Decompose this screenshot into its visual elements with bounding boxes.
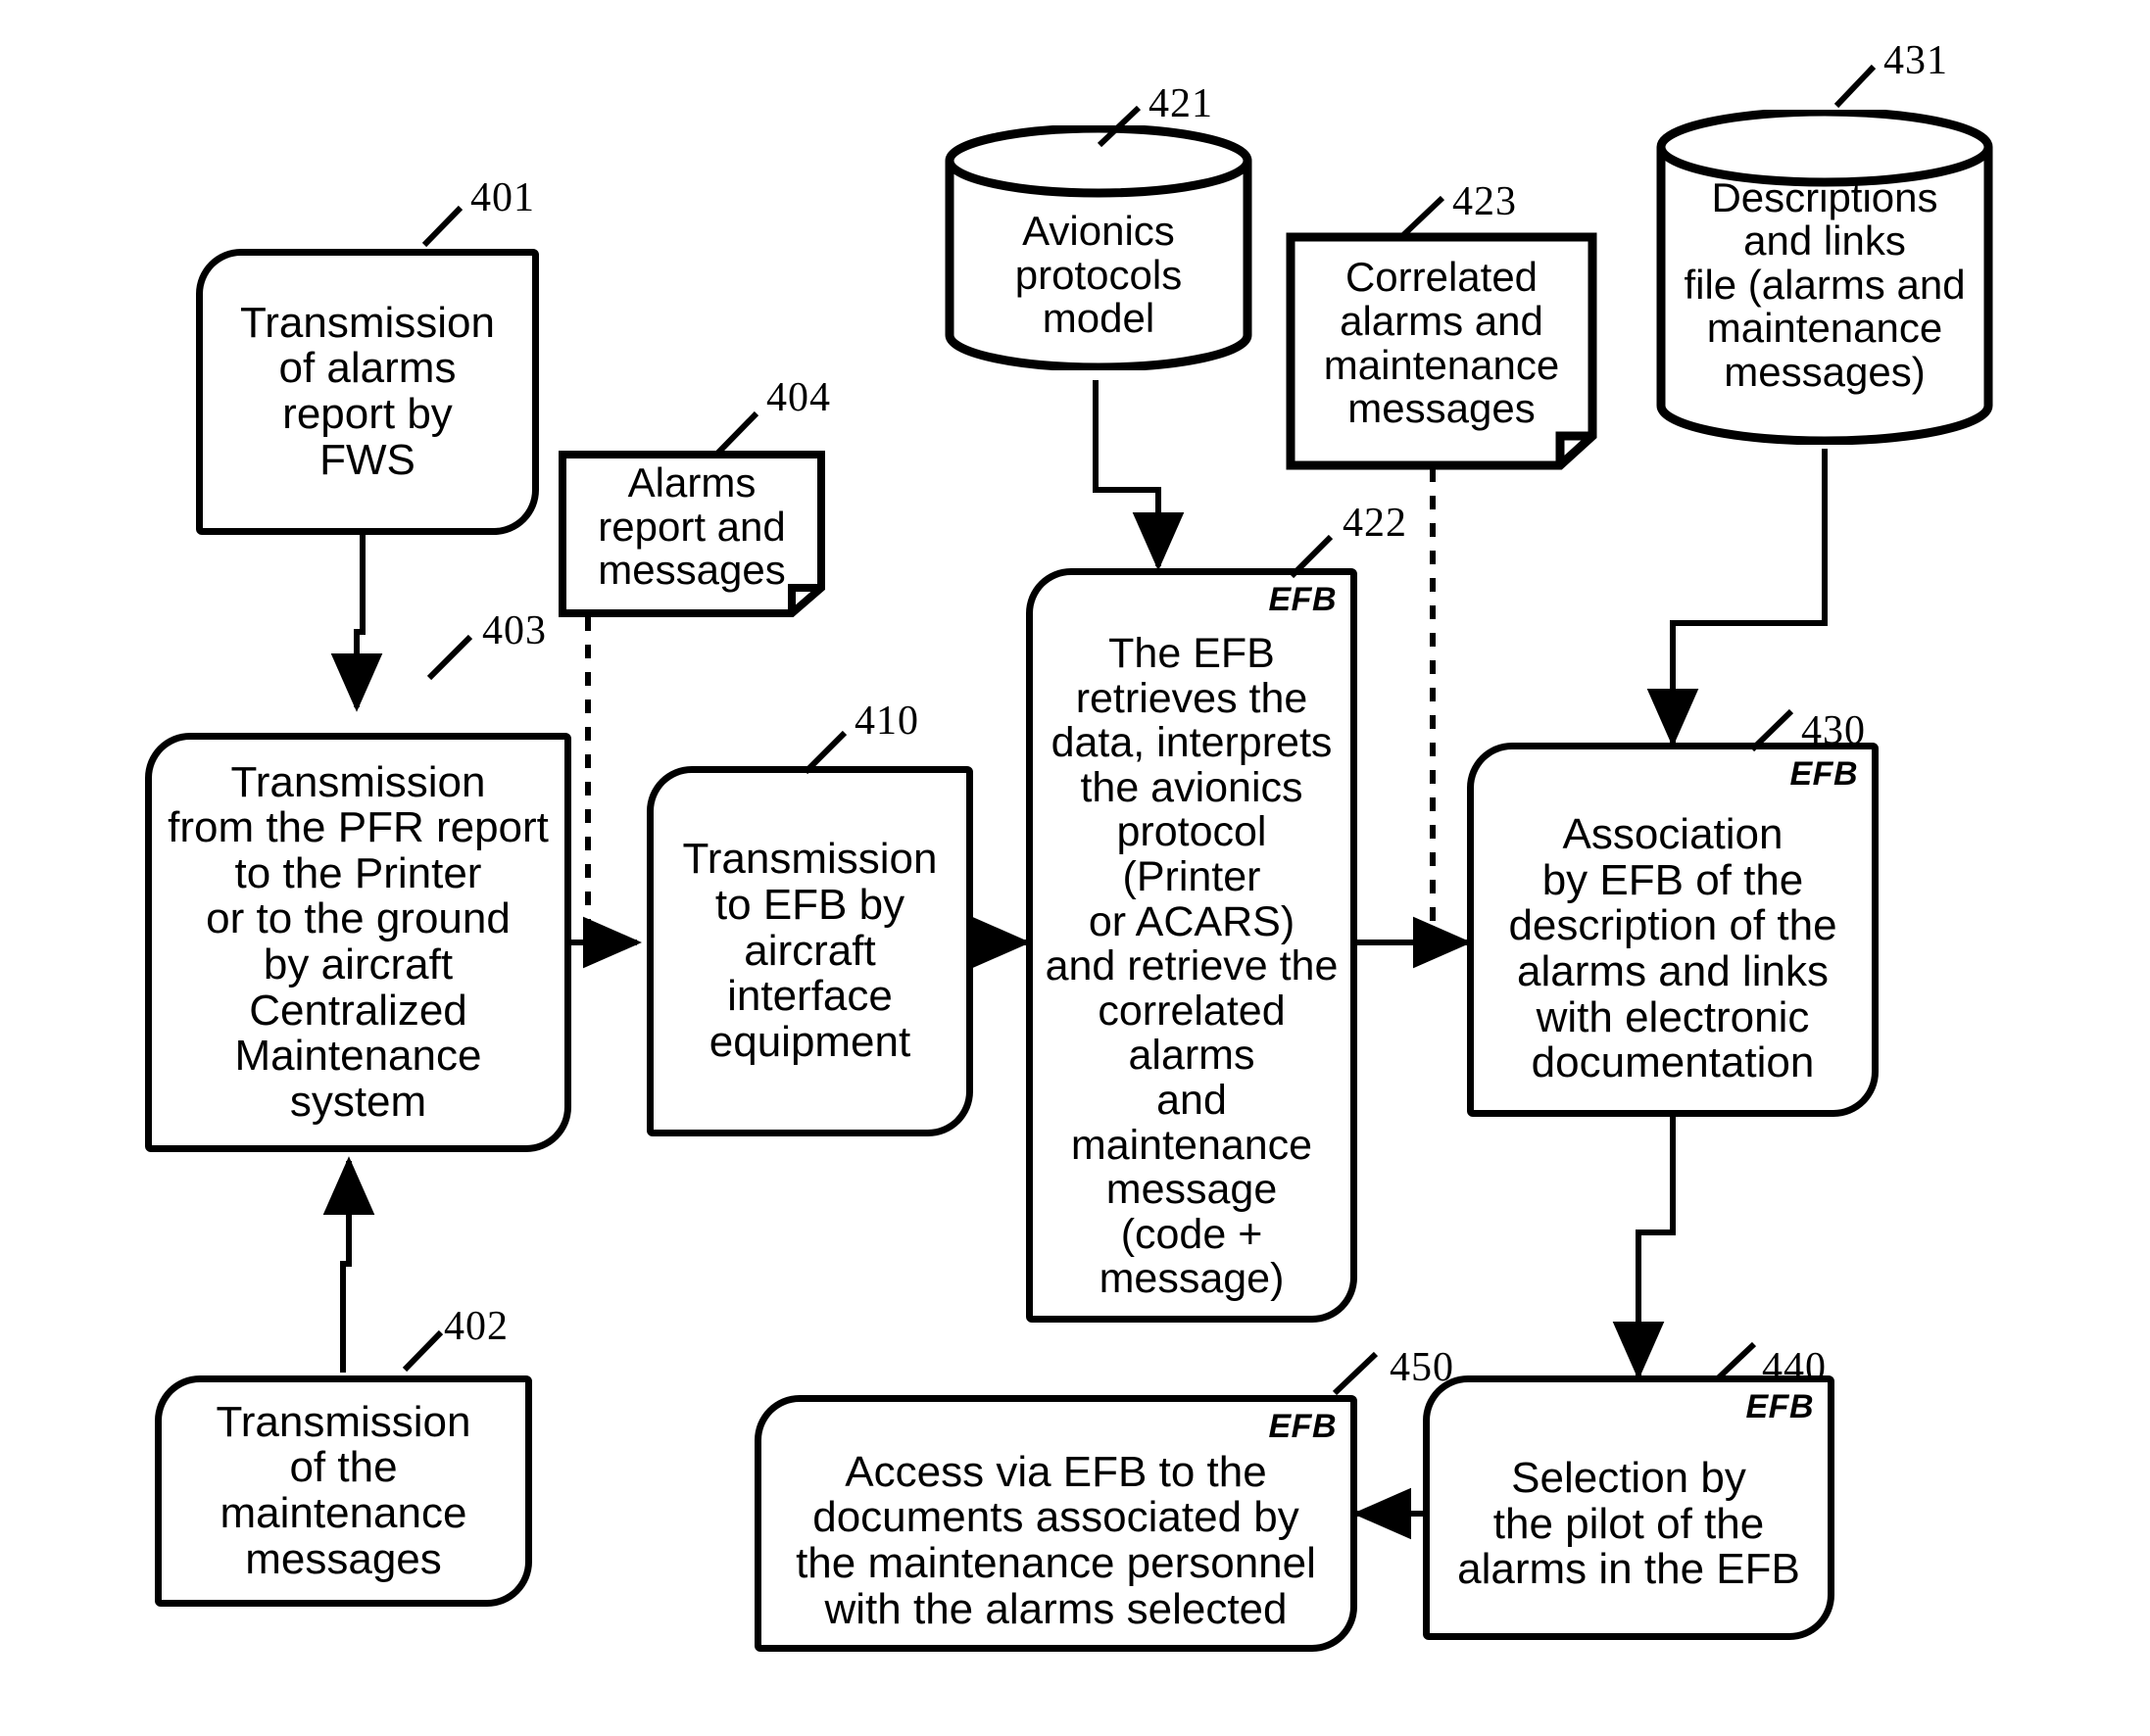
- node-440-efb-tag: EFB: [1745, 1388, 1814, 1425]
- node-422-efb-retrieves-data[interactable]: EFB The EFB retrieves the data, interpre…: [1026, 568, 1357, 1323]
- ref-410: 410: [855, 699, 919, 744]
- ref-402: 402: [444, 1304, 509, 1349]
- diagram-canvas: Transmission of alarms report by FWS 401…: [0, 0, 2150, 1736]
- edge-431-to-430: [1646, 449, 1828, 747]
- ref-450: 450: [1390, 1345, 1454, 1390]
- node-450-efb-tag: EFB: [1268, 1408, 1337, 1445]
- node-440-selection-by-pilot[interactable]: EFB Selection by the pilot of the alarms…: [1423, 1375, 1834, 1640]
- ref-431: 431: [1883, 38, 1948, 83]
- edge-421-to-422: [1093, 380, 1185, 571]
- node-423-label: Correlated alarms and maintenance messag…: [1323, 254, 1560, 432]
- ref-440: 440: [1762, 1345, 1827, 1390]
- node-430-efb-tag: EFB: [1789, 755, 1858, 793]
- node-430-label: Association by EFB of the description of…: [1508, 810, 1837, 1087]
- node-403-transmission-pfr-report[interactable]: Transmission from the PFR report to the …: [145, 733, 571, 1152]
- node-410-transmission-to-efb[interactable]: Transmission to EFB by aircraft interfac…: [647, 766, 973, 1136]
- node-430-association-by-efb[interactable]: EFB Association by EFB of the descriptio…: [1467, 743, 1879, 1117]
- edge-401-to-403: [330, 532, 383, 712]
- node-403-label: Transmission from the PFR report to the …: [168, 757, 549, 1126]
- ref-421: 421: [1148, 81, 1213, 126]
- edge-402-to-403: [322, 1156, 375, 1373]
- node-404-alarms-report-and-messages[interactable]: Alarms report and messages: [559, 451, 825, 617]
- edge-404-to-410: [582, 617, 642, 969]
- node-422-efb-tag: EFB: [1268, 581, 1337, 618]
- node-450-label: Access via EFB to the documents associat…: [796, 1447, 1316, 1633]
- node-421-label: Avionics protocols model: [1014, 208, 1183, 342]
- node-421-avionics-protocols-model[interactable]: Avionics protocols model: [943, 125, 1254, 370]
- node-450-access-via-efb[interactable]: EFB Access via EFB to the documents asso…: [755, 1395, 1357, 1652]
- node-401-label: Transmission of alarms report by FWS: [240, 298, 495, 484]
- node-404-label: Alarms report and messages: [598, 459, 786, 594]
- node-440-label: Selection by the pilot of the alarms in …: [1457, 1454, 1800, 1594]
- ref-404: 404: [766, 375, 831, 420]
- node-402-label: Transmission of the maintenance messages: [216, 1397, 471, 1583]
- edge-430-to-440: [1612, 1117, 1676, 1380]
- ref-401: 401: [470, 175, 535, 220]
- node-431-label: Descriptions and links file (alarms and …: [1684, 173, 1966, 395]
- node-422-label: The EFB retrieves the data, interprets t…: [1045, 630, 1339, 1303]
- ref-403: 403: [482, 608, 547, 653]
- ref-423: 423: [1452, 179, 1517, 224]
- node-431-descriptions-and-links-file[interactable]: Descriptions and links file (alarms and …: [1654, 110, 1995, 445]
- node-423-correlated-alarms-maintenance-messages[interactable]: Correlated alarms and maintenance messag…: [1286, 232, 1597, 470]
- node-402-transmission-maintenance-messages[interactable]: Transmission of the maintenance messages: [155, 1375, 532, 1607]
- ref-430: 430: [1801, 708, 1866, 753]
- ref-422: 422: [1343, 501, 1407, 546]
- edge-423-to-430: [1412, 468, 1472, 969]
- node-401-transmission-alarms-report-fws[interactable]: Transmission of alarms report by FWS: [196, 249, 539, 535]
- node-410-label: Transmission to EFB by aircraft interfac…: [682, 835, 938, 1066]
